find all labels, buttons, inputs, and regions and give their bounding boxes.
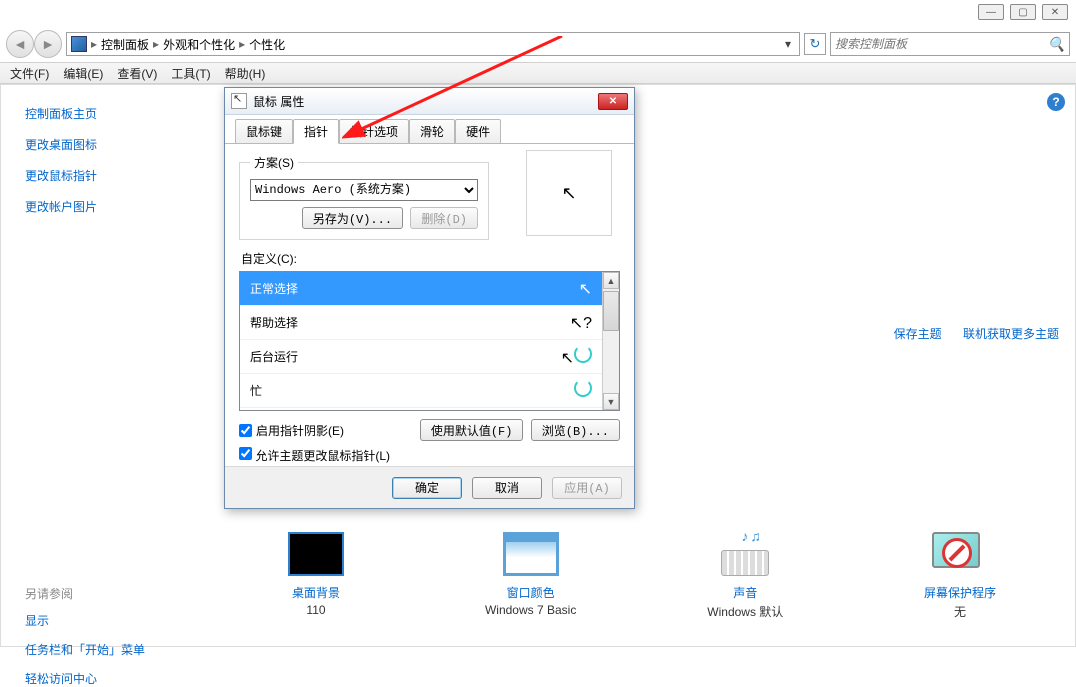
save-theme-link[interactable]: 保存主题	[894, 327, 942, 341]
apply-button: 应用(A)	[552, 477, 622, 499]
sidebar-link-desktop-icons[interactable]: 更改桌面图标	[25, 136, 187, 153]
mouse-icon	[231, 93, 247, 109]
window-maximize-button[interactable]: ▢	[1010, 4, 1036, 20]
see-also-display[interactable]: 显示	[25, 612, 187, 629]
cursor-list: 正常选择 ↖ 帮助选择 ↖? 后台运行 ↖ 忙 ▲	[239, 271, 620, 411]
sidebar-link-account-picture[interactable]: 更改帐户图片	[25, 198, 187, 215]
breadcrumb-sep-icon: ▸	[91, 37, 97, 51]
help-icon[interactable]: ?	[1047, 93, 1065, 111]
cursor-icon	[574, 379, 592, 402]
card-subtitle: 110	[306, 603, 325, 617]
menu-view[interactable]: 查看(V)	[117, 65, 157, 82]
address-bar[interactable]: ▸ 控制面板 ▸ 外观和个性化 ▸ 个性化 ▾	[66, 32, 800, 56]
tab-pointer-options[interactable]: 指针选项	[339, 119, 409, 143]
card-title: 桌面背景	[292, 584, 340, 601]
dialog-close-button[interactable]: ✕	[598, 93, 628, 110]
cursor-item-label: 帮助选择	[250, 314, 298, 331]
ok-button[interactable]: 确定	[392, 477, 462, 499]
window-minimize-button[interactable]: —	[978, 4, 1004, 20]
search-input[interactable]	[835, 37, 1048, 51]
card-window-color[interactable]: 窗口颜色 Windows 7 Basic	[456, 532, 606, 632]
card-title: 屏幕保护程序	[924, 584, 996, 601]
delete-button: 删除(D)	[410, 207, 478, 229]
control-panel-icon	[71, 36, 87, 52]
tab-hardware[interactable]: 硬件	[455, 119, 501, 143]
menu-edit[interactable]: 编辑(E)	[63, 65, 103, 82]
sidebar-link-mouse-pointers[interactable]: 更改鼠标指针	[25, 167, 187, 184]
allow-theme-checkbox[interactable]: 允许主题更改鼠标指针(L)	[239, 449, 390, 463]
customize-label: 自定义(C):	[241, 250, 620, 267]
card-subtitle: 无	[954, 603, 966, 620]
scroll-thumb[interactable]	[603, 291, 619, 331]
cursor-icon: ↖	[561, 345, 592, 368]
card-subtitle: Windows 默认	[707, 603, 783, 620]
see-also-taskbar[interactable]: 任务栏和「开始」菜单	[25, 641, 187, 658]
breadcrumb-sep-icon: ▸	[153, 37, 159, 51]
nav-forward-button[interactable]: ►	[34, 30, 62, 58]
browse-button[interactable]: 浏览(B)...	[531, 419, 620, 441]
scroll-down-icon[interactable]: ▼	[603, 393, 619, 410]
card-title: 声音	[733, 584, 757, 601]
see-also-heading: 另请参阅	[25, 585, 187, 602]
cursor-item-normal-select[interactable]: 正常选择 ↖	[240, 272, 602, 306]
menu-file[interactable]: 文件(F)	[10, 65, 49, 82]
sidebar-link-home[interactable]: 控制面板主页	[25, 105, 187, 122]
breadcrumb-sep-icon: ▸	[239, 37, 245, 51]
dialog-title: 鼠标 属性	[253, 93, 304, 110]
tab-wheel[interactable]: 滑轮	[409, 119, 455, 143]
cursor-item-working-background[interactable]: 后台运行 ↖	[240, 340, 602, 374]
menubar: 文件(F) 编辑(E) 查看(V) 工具(T) 帮助(H)	[0, 62, 1076, 84]
screensaver-icon	[932, 532, 988, 576]
breadcrumb-item[interactable]: 外观和个性化	[163, 36, 235, 53]
save-as-button[interactable]: 另存为(V)...	[302, 207, 403, 229]
nav-back-button[interactable]: ◄	[6, 30, 34, 58]
cursor-item-label: 忙	[250, 382, 262, 399]
cursor-item-label: 后台运行	[250, 348, 298, 365]
window-color-icon	[503, 532, 559, 576]
mouse-properties-dialog: 鼠标 属性 ✕ 鼠标键 指针 指针选项 滑轮 硬件 方案(S) Windows …	[224, 87, 635, 509]
refresh-button[interactable]: ↻	[804, 33, 826, 55]
tab-buttons[interactable]: 鼠标键	[235, 119, 293, 143]
enable-shadow-checkbox[interactable]: 启用指针阴影(E)	[239, 422, 344, 439]
scheme-select[interactable]: Windows Aero (系统方案)	[250, 179, 478, 201]
cancel-button[interactable]: 取消	[472, 477, 542, 499]
breadcrumb-item[interactable]: 控制面板	[101, 36, 149, 53]
window-close-button[interactable]: ✕	[1042, 4, 1068, 20]
menu-tools[interactable]: 工具(T)	[171, 65, 210, 82]
scroll-up-icon[interactable]: ▲	[603, 272, 619, 289]
scrollbar[interactable]: ▲ ▼	[602, 272, 619, 410]
card-title: 窗口颜色	[507, 584, 555, 601]
address-dropdown-icon[interactable]: ▾	[781, 37, 795, 51]
cursor-item-label: 正常选择	[250, 280, 298, 297]
cursor-item-help-select[interactable]: 帮助选择 ↖?	[240, 306, 602, 340]
enable-shadow-input[interactable]	[239, 424, 252, 437]
card-sound[interactable]: 声音 Windows 默认	[670, 532, 820, 632]
sound-icon	[717, 532, 773, 576]
cursor-icon: ↖	[579, 279, 592, 299]
sidebar: 控制面板主页 更改桌面图标 更改鼠标指针 更改帐户图片 另请参阅 显示 任务栏和…	[1, 85, 211, 646]
see-also-ease-of-access[interactable]: 轻松访问中心	[25, 670, 187, 687]
search-icon[interactable]: 🔍	[1048, 36, 1065, 53]
card-screensaver[interactable]: 屏幕保护程序 无	[885, 532, 1035, 632]
scheme-label: 方案(S)	[250, 154, 298, 171]
cursor-preview: ↖	[526, 150, 612, 236]
tab-pointers[interactable]: 指针	[293, 119, 339, 144]
card-subtitle: Windows 7 Basic	[485, 603, 576, 617]
menu-help[interactable]: 帮助(H)	[225, 65, 266, 82]
cursor-item-busy[interactable]: 忙	[240, 374, 602, 408]
use-default-button[interactable]: 使用默认值(F)	[420, 419, 524, 441]
search-box[interactable]: 🔍	[830, 32, 1070, 56]
breadcrumb-item[interactable]: 个性化	[249, 36, 285, 53]
cursor-icon: ↖?	[570, 313, 592, 333]
allow-theme-input[interactable]	[239, 447, 252, 460]
desktop-background-icon	[288, 532, 344, 576]
card-desktop-background[interactable]: 桌面背景 110	[241, 532, 391, 632]
get-more-themes-link[interactable]: 联机获取更多主题	[963, 327, 1059, 341]
